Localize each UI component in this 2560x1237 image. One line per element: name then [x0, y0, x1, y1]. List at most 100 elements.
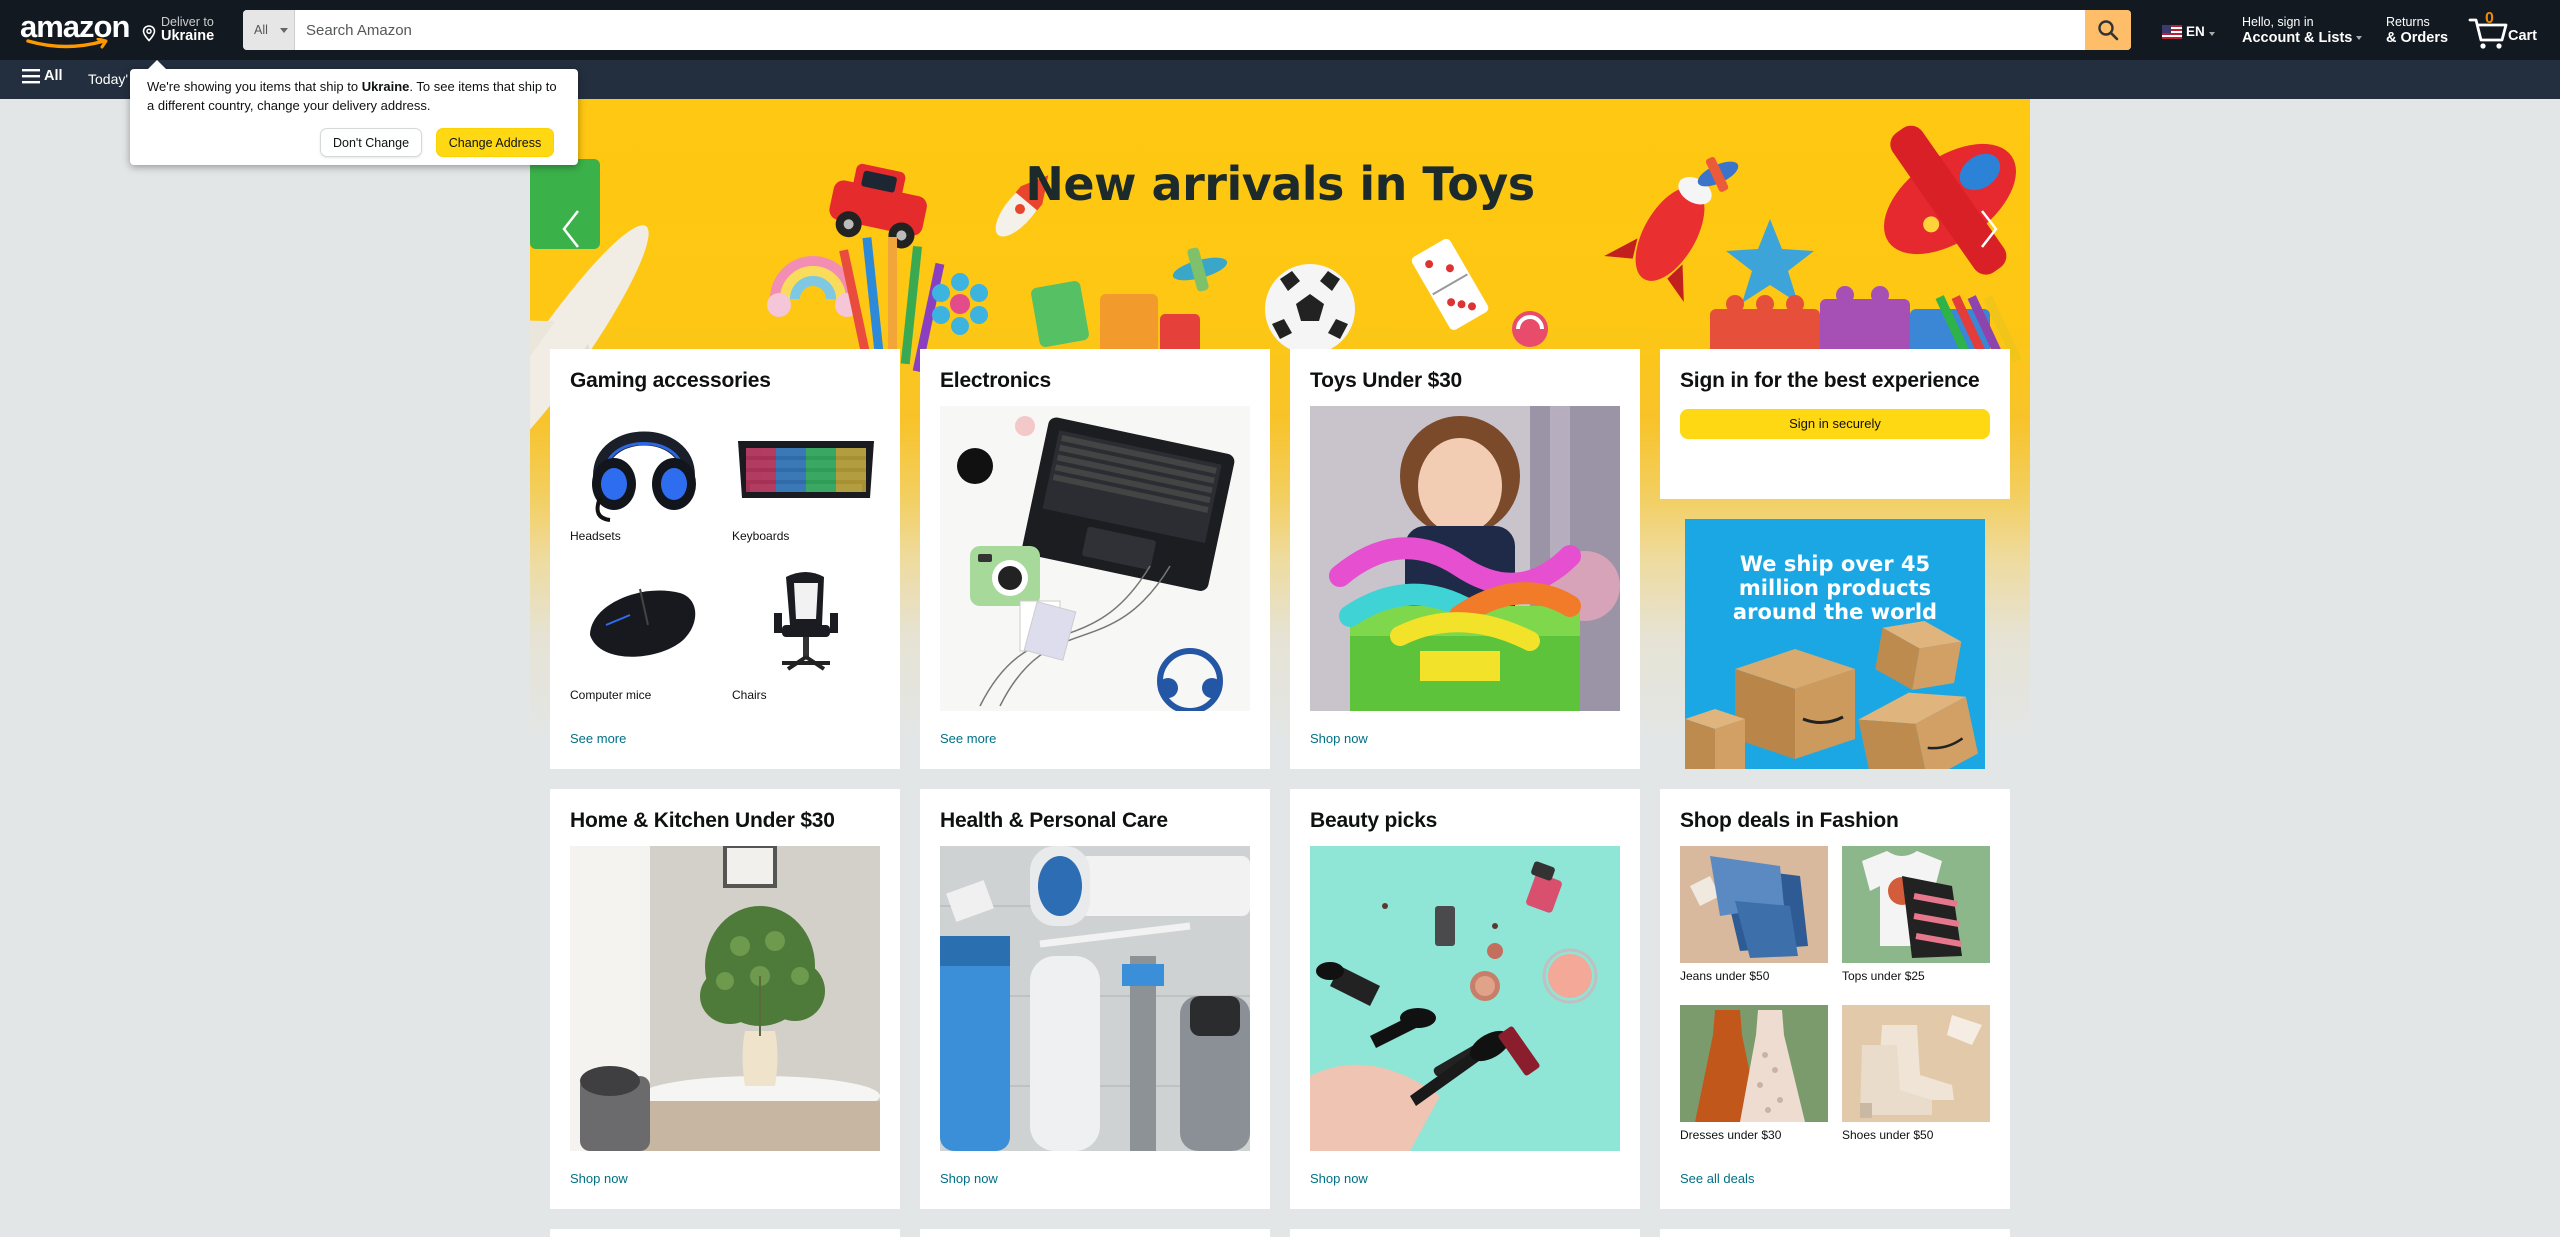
card-title: Toys Under $30	[1310, 369, 1463, 392]
card-title: Electronics	[940, 369, 1052, 392]
card-title: Shop deals in Fashion	[1680, 809, 1899, 832]
us-flag-icon	[2162, 24, 2182, 39]
electronics-image[interactable]	[940, 406, 1250, 711]
search-input[interactable]	[295, 10, 2081, 50]
card-title: Home & Kitchen Under $30	[570, 809, 835, 832]
card-health-personal-care: Health & Personal Care Shop now	[920, 789, 1270, 1209]
change-address-button[interactable]: Change Address	[436, 128, 554, 157]
chevron-left-icon	[562, 210, 579, 248]
returns-and-orders[interactable]: Returns & Orders	[2386, 15, 2448, 47]
shop-now-link[interactable]: Shop now	[1310, 731, 1368, 746]
card-title: Beauty picks	[1310, 809, 1438, 832]
jeans-image	[1680, 846, 1828, 963]
chevron-down-icon	[280, 28, 288, 33]
quad-label: Headsets	[570, 529, 621, 543]
account-label: Account & Lists	[2242, 30, 2353, 46]
location-pin-icon	[142, 25, 156, 42]
see-more-link[interactable]: See more	[570, 731, 626, 746]
home-kitchen-image[interactable]	[570, 846, 880, 1151]
card-beauty-picks: Beauty picks Shop now	[1290, 789, 1640, 1209]
card-sign-in: Sign in for the best experience Sign in …	[1660, 349, 2010, 499]
popover-message: We're showing you items that ship to Ukr…	[147, 77, 562, 115]
chevron-down-icon	[2356, 36, 2363, 41]
hamburger-icon	[22, 69, 40, 84]
search-icon	[2098, 20, 2119, 41]
quad-label: Chairs	[732, 688, 767, 702]
amazon-logo[interactable]: amazon	[20, 11, 130, 49]
card-row3-2	[920, 1229, 1270, 1237]
card-row3-4	[1660, 1229, 2010, 1237]
account-greeting: Hello, sign in	[2242, 15, 2314, 29]
popover-text-part: We're showing you items that ship to	[147, 79, 362, 94]
card-gaming-accessories: Gaming accessories Headsets Keyboards Co…	[550, 349, 900, 769]
quad-item-shoes[interactable]: Shoes under $50	[1842, 1005, 1990, 1142]
search-bar: All	[243, 10, 2131, 50]
chair-image	[732, 565, 880, 682]
popover-country: Ukraine	[361, 79, 410, 94]
deliver-country: Ukraine	[161, 28, 215, 44]
quad-item-keyboards[interactable]: Keyboards	[732, 406, 880, 543]
quad-label: Shoes under $50	[1842, 1128, 1934, 1142]
quad-label: Dresses under $30	[1680, 1128, 1782, 1142]
quad-item-chairs[interactable]: Chairs	[732, 565, 880, 702]
shipping-ad-banner[interactable]: We ship over 45 million products around …	[1685, 519, 1985, 769]
cart-label: Cart	[2508, 28, 2538, 44]
toys-image[interactable]	[1310, 406, 1620, 711]
quad-label: Jeans under $50	[1680, 969, 1770, 983]
quad-label: Computer mice	[570, 688, 652, 702]
orders-label: & Orders	[2386, 30, 2449, 46]
chevron-down-icon	[2208, 31, 2215, 36]
delivery-location-popover: We're showing you items that ship to Ukr…	[130, 60, 578, 165]
todays-deals-link[interactable]: Today's Deals	[88, 71, 128, 87]
quad-item-dresses[interactable]: Dresses under $30	[1680, 1005, 1828, 1142]
logo-smile-icon	[26, 38, 108, 49]
dont-change-button[interactable]: Don't Change	[320, 128, 422, 157]
cart-count: 0	[2485, 10, 2494, 27]
see-all-deals-link[interactable]: See all deals	[1680, 1171, 1754, 1186]
card-title: Health & Personal Care	[940, 809, 1168, 832]
card-home-kitchen: Home & Kitchen Under $30 Shop now	[550, 789, 900, 1209]
quad-label: Tops under $25	[1842, 969, 1925, 983]
shop-now-link[interactable]: Shop now	[1310, 1171, 1368, 1186]
quad-item-headsets[interactable]: Headsets	[570, 406, 718, 543]
language-label: EN	[2186, 24, 2205, 39]
search-button[interactable]	[2085, 10, 2131, 50]
beauty-image[interactable]	[1310, 846, 1620, 1151]
card-title: Gaming accessories	[570, 369, 771, 392]
quad-item-jeans[interactable]: Jeans under $50	[1680, 846, 1828, 983]
hero-title: New arrivals in Toys	[1025, 157, 1535, 211]
nav-belt: amazon Deliver to Ukraine All Search Ama…	[0, 0, 2560, 60]
boxes-illustration	[1685, 620, 1978, 769]
card-toys-under-30: Toys Under $30 Shop now	[1290, 349, 1640, 769]
shop-now-link[interactable]: Shop now	[940, 1171, 998, 1186]
returns-label: Returns	[2386, 15, 2430, 29]
search-category-label: All	[254, 23, 268, 37]
card-row3-3	[1290, 1229, 1640, 1237]
card-shop-deals-fashion: Shop deals in Fashion Jeans under $50 To…	[1660, 789, 2010, 1209]
card-electronics: Electronics See more	[920, 349, 1270, 769]
headset-image	[570, 406, 718, 523]
quad-item-tops[interactable]: Tops under $25	[1842, 846, 1990, 983]
keyboard-image	[732, 406, 880, 523]
chevron-right-icon	[1981, 210, 1998, 248]
tops-image	[1842, 846, 1990, 963]
account-and-lists[interactable]: Hello, sign in Account & Lists	[2242, 15, 2363, 47]
search-category-dropdown[interactable]: All	[243, 10, 295, 50]
mouse-image	[570, 565, 718, 682]
carousel-prev-button[interactable]	[552, 199, 592, 259]
sign-in-button[interactable]: Sign in securely	[1680, 409, 1990, 439]
cart-button[interactable]: 0 Cart	[2468, 10, 2548, 50]
quad-label: Keyboards	[732, 529, 790, 543]
quad-item-computer-mice[interactable]: Computer mice	[570, 565, 718, 702]
all-menu-button[interactable]: All	[22, 68, 63, 84]
shop-now-link[interactable]: Shop now	[570, 1171, 628, 1186]
language-selector[interactable]: EN	[2162, 24, 2215, 39]
card-title: Sign in for the best experience	[1680, 369, 1980, 392]
all-menu-label: All	[44, 68, 63, 84]
carousel-next-button[interactable]	[1968, 199, 2008, 259]
deliver-label: Deliver to	[161, 15, 214, 29]
shoes-image	[1842, 1005, 1990, 1122]
see-more-link[interactable]: See more	[940, 731, 996, 746]
health-care-image[interactable]	[940, 846, 1250, 1151]
dresses-image	[1680, 1005, 1828, 1122]
